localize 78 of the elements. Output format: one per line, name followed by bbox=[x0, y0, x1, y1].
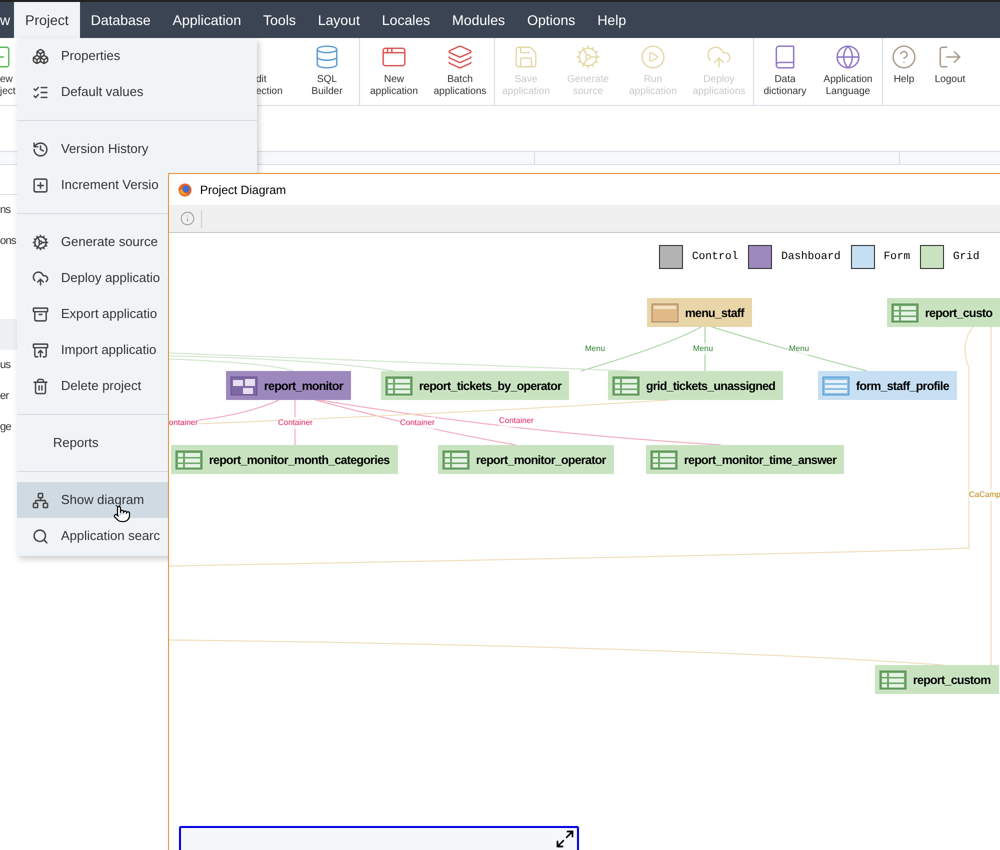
connector-label: Container bbox=[278, 417, 313, 429]
connector-label: CaCamp bbox=[969, 489, 1000, 501]
connector-label: Menu bbox=[789, 343, 810, 355]
diagram-node[interactable]: grid_tickets_unassigned bbox=[608, 371, 784, 400]
help-icon bbox=[891, 44, 917, 70]
menu-item[interactable]: Delete project bbox=[17, 368, 168, 404]
menu-item[interactable]: Increment Versio bbox=[17, 167, 168, 203]
grid-icon bbox=[612, 376, 640, 396]
menu-item[interactable]: Import applicatio bbox=[17, 332, 168, 368]
menu-item[interactable]: Project bbox=[14, 2, 80, 38]
window-title: Project Diagram bbox=[200, 182, 286, 198]
logout-icon bbox=[937, 44, 963, 70]
cloud-upload-icon bbox=[706, 44, 732, 70]
menu-item[interactable]: Locales bbox=[370, 2, 442, 38]
dashboard-icon bbox=[230, 376, 258, 396]
menu-item[interactable]: Application bbox=[162, 2, 252, 38]
square-plus-icon bbox=[32, 176, 49, 194]
menu-item[interactable]: Version History bbox=[17, 131, 257, 167]
archive-icon bbox=[32, 306, 49, 322]
diagram-node[interactable]: report_custom bbox=[875, 665, 999, 694]
save-icon bbox=[513, 44, 539, 70]
legend-label: Dashboard bbox=[781, 250, 841, 265]
grid-icon bbox=[442, 450, 470, 470]
toolbar-button[interactable]: Application Language bbox=[815, 38, 881, 105]
menu-item[interactable]: Generate source bbox=[17, 224, 168, 260]
menu-item[interactable]: Deploy applicatio bbox=[17, 260, 168, 296]
menu-item[interactable]: Database bbox=[80, 2, 162, 38]
menu-item[interactable]: Options bbox=[516, 2, 586, 38]
trash-icon bbox=[32, 378, 49, 394]
legend-label: Form bbox=[884, 250, 910, 265]
search-icon bbox=[32, 528, 49, 544]
expand-icon[interactable] bbox=[555, 829, 575, 849]
play-icon bbox=[640, 44, 666, 70]
browser-icon bbox=[178, 182, 192, 196]
connector-label: Menu bbox=[693, 343, 714, 355]
menu-item[interactable]: w bbox=[0, 2, 14, 38]
grid-icon bbox=[650, 450, 678, 470]
grid-icon bbox=[879, 670, 907, 690]
diagram-node[interactable]: menu_staff bbox=[647, 298, 752, 327]
form-icon bbox=[822, 376, 850, 396]
gear-icon bbox=[32, 234, 49, 250]
diagram-node[interactable]: report_monitor_month_categories bbox=[171, 445, 398, 474]
layers-icon bbox=[447, 44, 473, 70]
grid-icon bbox=[385, 376, 413, 396]
connector-label: Container bbox=[499, 415, 534, 427]
menu-section-header: Reports bbox=[52, 434, 100, 452]
menu-item[interactable]: Layout bbox=[306, 2, 371, 38]
grid-icon bbox=[175, 450, 203, 470]
database-icon bbox=[314, 44, 340, 70]
diagram-node[interactable]: report_tickets_by_operator bbox=[381, 371, 570, 400]
menu-item[interactable]: Modules bbox=[441, 2, 516, 38]
diagram-node[interactable]: form_staff_profile bbox=[818, 371, 958, 400]
toolbar-button[interactable]: Data dictionary bbox=[755, 38, 815, 105]
archive-icon bbox=[32, 342, 49, 358]
diagram-node[interactable]: report_monitor_operator bbox=[438, 445, 614, 474]
cloud-upload-icon bbox=[32, 270, 49, 286]
legend-label: Grid bbox=[953, 250, 980, 265]
diagram-node[interactable]: report_monitor bbox=[226, 371, 352, 400]
menu-item[interactable]: Application searc bbox=[17, 518, 168, 554]
diagram-node[interactable]: report_custo bbox=[887, 298, 1000, 327]
legend-label: Control bbox=[692, 250, 738, 265]
toolbar-button[interactable]: Help bbox=[884, 38, 924, 105]
toolbar-button[interactable]: Logout bbox=[924, 38, 976, 105]
connector-label: Container bbox=[400, 417, 435, 429]
boxes-icon bbox=[32, 48, 49, 64]
gear-icon bbox=[575, 44, 601, 70]
toolbar-button[interactable]: SQL Builder bbox=[296, 38, 358, 105]
diagram-node[interactable]: report_monitor_time_answer bbox=[646, 445, 844, 474]
globe-icon bbox=[835, 44, 861, 70]
window-icon bbox=[651, 302, 679, 322]
hierarchy-icon bbox=[32, 492, 49, 508]
menu-item[interactable]: Tools bbox=[252, 2, 307, 38]
toolbar-button[interactable]: New application bbox=[361, 38, 427, 105]
menu-item[interactable]: Help bbox=[586, 2, 638, 38]
toolbar-button[interactable]: Batch applications bbox=[427, 38, 493, 105]
history-icon bbox=[32, 140, 49, 158]
grid-icon bbox=[891, 302, 919, 322]
menu-item[interactable]: Export applicatio bbox=[17, 296, 168, 332]
